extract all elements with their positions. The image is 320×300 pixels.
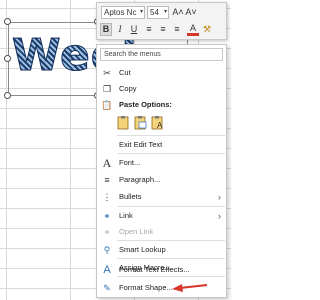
menu-item-label: Exit Edit Text (119, 140, 163, 149)
menu-item-label: Copy (119, 84, 137, 93)
menu-item-format-text-effects[interactable]: A Format Text Effects... (97, 262, 226, 278)
menu-item-cut[interactable]: ✂ Cut (97, 65, 226, 81)
menu-item-label: Font... (119, 158, 141, 167)
menu-item-label: Format Shape... (119, 283, 173, 292)
format-shape-icon: ✎ (103, 283, 111, 293)
font-size-box[interactable]: 54 ▾ (147, 6, 169, 19)
menu-item-format-shape[interactable]: ✎ Format Shape... (97, 280, 226, 296)
format-painter-icon[interactable]: ⚒ (201, 23, 213, 36)
menu-item-font[interactable]: A Font... (97, 155, 226, 171)
clipboard-icon: 📋 (101, 100, 113, 110)
menu-item-paste-options: 📋 Paste Options: (97, 97, 226, 113)
chevron-right-icon: › (218, 211, 221, 221)
menu-separator (117, 153, 225, 154)
paste-picture-icon[interactable] (134, 115, 147, 130)
menu-item-label: Cut (119, 68, 131, 77)
align-right-button[interactable]: ≡ (171, 23, 183, 36)
font-a-icon: A (102, 156, 112, 170)
menu-separator (117, 240, 225, 241)
menu-item-paragraph[interactable]: ≡ Paragraph... (97, 172, 226, 188)
open-link-icon: ⚭ (103, 227, 111, 237)
scissors-icon: ✂ (103, 68, 111, 78)
grow-font-button[interactable]: A˄ (172, 6, 184, 19)
menu-item-label: Bullets (119, 192, 142, 201)
menu-item-label: Smart Lookup (119, 245, 166, 254)
shrink-font-button[interactable]: A˅ (185, 6, 197, 19)
font-size-value: 54 (150, 8, 159, 17)
bullets-icon: ⋮ (102, 192, 112, 202)
resize-handle-top-left[interactable] (4, 18, 11, 25)
bold-button[interactable]: B (100, 23, 112, 36)
paste-options-row: A (117, 115, 187, 131)
menu-item-label: Link (119, 211, 133, 220)
align-center-button[interactable]: ≡ (157, 23, 169, 36)
chevron-down-icon[interactable]: ▾ (164, 7, 167, 18)
link-icon: ⚭ (103, 211, 111, 221)
menu-item-label: Open Link (119, 227, 154, 236)
text-effects-icon: A (103, 264, 111, 276)
chevron-right-icon: › (218, 192, 221, 202)
align-left-button[interactable]: ≡ (143, 23, 155, 36)
menu-separator (117, 206, 225, 207)
menu-separator (117, 135, 225, 136)
resize-handle-bottom-left[interactable] (4, 92, 11, 99)
underline-button[interactable]: U (128, 23, 140, 36)
menu-item-bullets[interactable]: ⋮ Bullets › (97, 189, 226, 205)
paste-keep-formatting-icon[interactable] (117, 115, 130, 130)
menu-separator (117, 258, 225, 259)
italic-button[interactable]: I (114, 23, 126, 36)
menu-item-exit-edit-text[interactable]: Exit Edit Text (97, 137, 226, 153)
chevron-down-icon[interactable]: ▾ (140, 7, 143, 18)
context-menu: Search the menus ✂ Cut ❐ Copy 📋 Paste Op… (96, 44, 227, 298)
menu-item-link[interactable]: ⚭ Link › (97, 208, 226, 224)
font-name-box[interactable]: Aptos Nc ▾ (101, 6, 145, 19)
menu-item-copy[interactable]: ❐ Copy (97, 81, 226, 97)
paste-text-only-icon[interactable]: A (151, 115, 164, 130)
font-name-value: Aptos Nc (104, 8, 137, 17)
menu-item-label: Paragraph... (119, 175, 161, 184)
menu-item-smart-lookup[interactable]: ⚲ Smart Lookup (97, 242, 226, 258)
mini-toolbar: Aptos Nc ▾ 54 ▾ A˄ A˅ B I U ≡ ≡ ≡ A ⚒ (96, 2, 227, 40)
font-color-button[interactable]: A (187, 23, 199, 36)
menu-item-label: Format Text Effects... (119, 265, 190, 274)
paragraph-icon: ≡ (104, 175, 110, 185)
menu-item-label: Paste Options: (119, 100, 172, 109)
resize-handle-middle-left[interactable] (4, 55, 11, 62)
menu-item-open-link: ⚭ Open Link (97, 224, 226, 240)
svg-text:A: A (157, 121, 163, 130)
search-icon: ⚲ (103, 245, 111, 255)
copy-icon: ❐ (102, 84, 112, 94)
menu-search-input[interactable]: Search the menus (100, 48, 223, 61)
